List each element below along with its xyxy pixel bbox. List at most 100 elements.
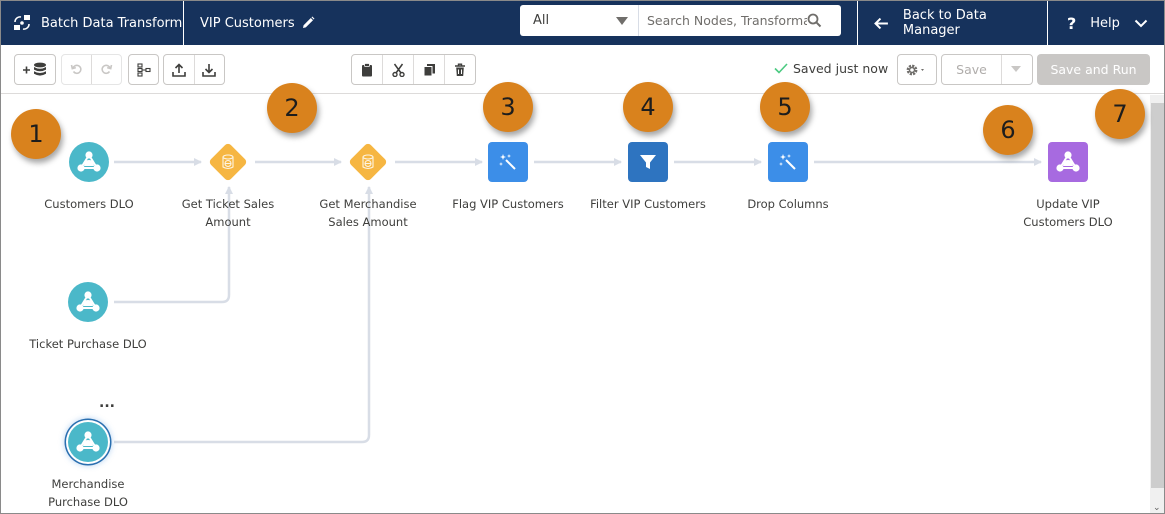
join-icon	[362, 154, 374, 170]
search-bar: All	[520, 5, 841, 36]
toolbar: Saved just now Save Save and Run	[1, 45, 1164, 94]
callout-7: 7	[1095, 89, 1145, 139]
document-title-text: VIP Customers	[200, 15, 295, 31]
check-icon	[774, 63, 788, 74]
hierarchy-icon	[136, 62, 151, 77]
paste-button[interactable]	[352, 55, 383, 84]
search-scope-value: All	[533, 13, 550, 28]
save-and-run-button[interactable]: Save and Run	[1037, 54, 1150, 85]
add-data-icon	[23, 62, 46, 76]
node-label: Customers DLO	[44, 197, 134, 211]
save-button-group: Save	[941, 54, 1033, 85]
chevron-down-icon	[1134, 19, 1148, 27]
download-button[interactable]	[195, 55, 225, 84]
callout-3: 3	[483, 82, 533, 132]
node-label: Filter VIP Customers	[590, 197, 706, 211]
node-flag-vip-customers[interactable]: Flag VIP Customers	[448, 142, 568, 213]
data-object-icon	[68, 422, 108, 462]
upload-icon	[171, 62, 186, 77]
scissors-icon	[391, 63, 405, 77]
search-field	[639, 5, 841, 36]
save-button[interactable]: Save	[942, 55, 1002, 84]
download-icon	[202, 63, 217, 77]
output-node-shape	[1048, 142, 1088, 182]
node-label: Merchandise Purchase DLO	[48, 477, 128, 509]
copy-button[interactable]	[414, 55, 445, 84]
recipe-canvas[interactable]: Customers DLO Get Ticket Sales Amount Ge…	[1, 95, 1150, 513]
question-icon: ?	[1067, 13, 1077, 33]
arrow-left-icon	[874, 17, 888, 29]
back-to-data-manager-button[interactable]: Back to Data Manager	[857, 1, 1048, 45]
back-label: Back to Data Manager	[902, 8, 987, 38]
undo-redo-group	[61, 54, 122, 85]
scroll-down-arrow[interactable]: ⌄	[1153, 503, 1161, 513]
pencil-icon[interactable]	[301, 16, 315, 30]
document-title[interactable]: VIP Customers	[185, 1, 315, 45]
help-label: Help	[1090, 15, 1120, 31]
search-icon[interactable]	[807, 13, 822, 28]
transform-node-shape	[488, 142, 528, 182]
undo-button[interactable]	[62, 55, 92, 84]
join-node-shape	[348, 142, 388, 182]
vertical-scrollbar[interactable]: ⌄	[1150, 95, 1164, 513]
node-ticket-purchase-dlo[interactable]: Ticket Purchase DLO	[28, 282, 148, 353]
app-name: Batch Data Transform	[1, 1, 184, 45]
dropdown-triangle-icon	[616, 16, 628, 25]
data-object-icon	[68, 282, 108, 322]
help-menu-button[interactable]: ? Help	[1049, 1, 1164, 45]
join-icon	[222, 154, 234, 170]
undo-icon	[70, 64, 82, 75]
gear-icon	[906, 64, 924, 75]
delete-button[interactable]	[445, 55, 475, 84]
cut-button[interactable]	[383, 55, 414, 84]
app-frame: Batch Data Transform VIP Customers All S…	[0, 0, 1165, 514]
node-get-ticket-sales-amount[interactable]: Get Ticket Sales Amount	[168, 142, 288, 231]
node-label: Ticket Purchase DLO	[29, 337, 147, 351]
node-label: Drop Columns	[747, 197, 829, 211]
header-bar: Batch Data Transform VIP Customers All S…	[1, 1, 1164, 45]
trash-icon	[455, 63, 465, 76]
redo-icon	[101, 64, 113, 75]
transform-node-shape	[768, 142, 808, 182]
add-input-data-button[interactable]	[14, 54, 56, 85]
search-scope-select[interactable]: All	[520, 5, 639, 36]
node-drop-columns[interactable]: Drop Columns	[728, 142, 848, 213]
redo-button[interactable]	[92, 55, 121, 84]
node-label: Update VIP Customers DLO	[1023, 197, 1113, 229]
filter-icon	[640, 155, 656, 169]
clipboard-icon	[362, 62, 372, 76]
app-name-text: Batch Data Transform	[41, 15, 183, 31]
scrollbar-thumb[interactable]	[1151, 103, 1164, 488]
magic-wand-icon	[499, 154, 516, 170]
data-object-icon	[1056, 151, 1080, 172]
transform-icon	[14, 15, 30, 30]
settings-menu-button[interactable]	[897, 54, 937, 85]
search-input[interactable]	[647, 13, 807, 28]
callout-5: 5	[760, 82, 810, 132]
node-filter-vip-customers[interactable]: Filter VIP Customers	[588, 142, 708, 213]
callout-1: 1	[11, 109, 61, 159]
callout-4: 4	[623, 82, 673, 132]
callout-2: 2	[267, 83, 317, 133]
edit-actions-group	[351, 54, 476, 85]
save-status-text: Saved just now	[793, 61, 889, 76]
node-update-vip-customers-dlo[interactable]: Update VIP Customers DLO	[1008, 142, 1128, 231]
node-label: Get Ticket Sales Amount	[181, 197, 275, 229]
save-options-button[interactable]	[1002, 55, 1030, 84]
upload-button[interactable]	[164, 55, 195, 84]
join-node-shape	[208, 142, 248, 182]
upload-download-group	[163, 54, 225, 85]
data-object-icon	[69, 142, 109, 182]
node-menu-button[interactable]: ...	[99, 395, 115, 411]
dropdown-triangle-icon	[1011, 66, 1021, 72]
node-get-merchandise-sales-amount[interactable]: Get Merchandise Sales Amount	[308, 142, 428, 231]
callout-6: 6	[983, 105, 1033, 155]
save-status: Saved just now	[774, 61, 888, 76]
magic-wand-icon	[779, 154, 796, 170]
copy-icon	[423, 63, 435, 76]
auto-layout-button[interactable]	[128, 54, 159, 85]
node-merchandise-purchase-dlo[interactable]: Merchandise Purchase DLO	[28, 422, 148, 511]
node-label: Get Merchandise Sales Amount	[319, 197, 417, 229]
node-label: Flag VIP Customers	[452, 197, 564, 211]
filter-node-shape	[628, 142, 668, 182]
